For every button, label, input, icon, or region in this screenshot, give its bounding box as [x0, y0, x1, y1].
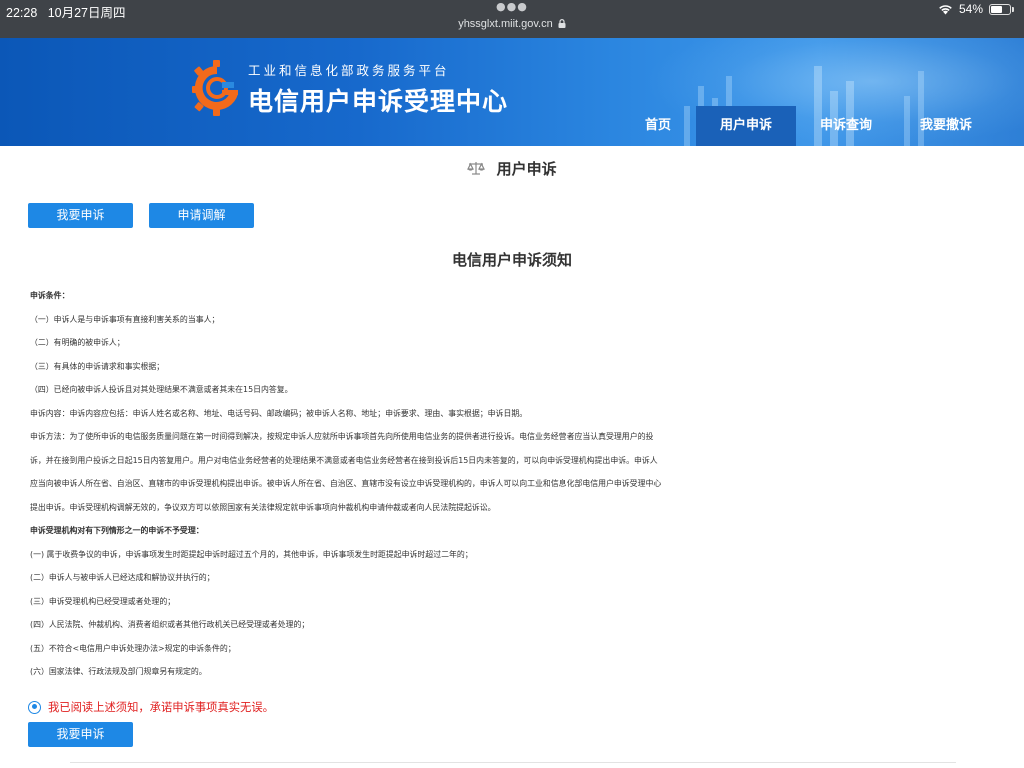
reject-item: (三）申诉受理机构已经受理或者处理的；	[30, 596, 176, 606]
battery-percent: 54%	[958, 2, 983, 16]
method-line: 诉，并在接到用户投诉之日起15日内答复用户。用户对电信业务经营者的处理结果不满意…	[30, 455, 658, 465]
condition-item: （三）有具体的申诉请求和事实根据；	[30, 361, 165, 371]
status-indicators: 54%	[938, 2, 1014, 16]
apply-mediation-button[interactable]: 申请调解	[149, 203, 254, 228]
address-bar[interactable]: yhssglxt.miit.gov.cn	[0, 18, 1024, 30]
method-line: 应当向被申诉人所在省、自治区、直辖市的申诉受理机构提出申诉。被申诉人所在省、自治…	[30, 479, 662, 488]
wifi-icon	[939, 4, 952, 14]
page-title-text: 用户申诉	[496, 160, 557, 178]
notice-title: 电信用户申诉须知	[451, 251, 572, 269]
reject-heading: 申诉受理机构对有下列情形之一的申诉不予受理：	[30, 526, 204, 535]
status-bar: 22:28 10月27日周四 ●●● yhssglxt.miit.gov.cn …	[0, 0, 1024, 38]
lock-icon	[558, 19, 566, 28]
method-line: 提出申诉。申诉受理机构调解无效的，争议双方可以依照国家有关法律规定就申诉事项向仲…	[30, 502, 496, 512]
page-title: 用户申诉	[0, 158, 1024, 179]
method-line: 申诉方法：为了使所申诉的电信服务质量问题在第一时间得到解决，按规定申诉人应就所申…	[30, 432, 654, 441]
url-text: yhssglxt.miit.gov.cn	[458, 18, 553, 30]
site-header: 工业和信息化部政务服务平台 电信用户申诉受理中心 首页 用户申诉 申诉查询 我要…	[0, 38, 1024, 146]
notice-content: 申诉条件： （一）申诉人是与申诉事项有直接利害关系的当事人； （二）有明确的被申…	[30, 284, 1000, 684]
content-requirements: 申诉内容：申诉内容应包括：申诉人姓名或名称、地址、电话号码、邮政编码；被申诉人名…	[30, 408, 528, 418]
complain-button-top[interactable]: 我要申诉	[28, 203, 133, 228]
condition-item: （四）已经向被申诉人投诉且对其处理结果不满意或者其未在15日内答复。	[30, 385, 293, 394]
more-dots-icon[interactable]: ●●●	[496, 0, 528, 13]
reject-item: (五）不符合<电信用户申诉处理办法>规定的申诉条件的；	[30, 643, 236, 653]
site-title: 电信用户申诉受理中心	[248, 87, 509, 116]
agree-checkbox[interactable]: 我已阅读上述须知，承诺申诉事项真实无误。	[28, 698, 274, 716]
site-subtitle: 工业和信息化部政务服务平台	[248, 63, 450, 78]
reject-item: (六）国家法律、行政法规及部门规章另有规定的。	[30, 667, 207, 676]
divider	[70, 762, 956, 763]
condition-item: （一）申诉人是与申诉事项有直接利害关系的当事人；	[30, 314, 220, 324]
conditions-heading: 申诉条件：	[30, 291, 70, 300]
condition-item: （二）有明确的被申诉人；	[30, 338, 125, 347]
complain-button-bottom[interactable]: 我要申诉	[28, 722, 133, 747]
battery-icon	[989, 3, 1011, 15]
scale-icon	[467, 162, 486, 175]
radio-checked-icon[interactable]	[28, 700, 41, 714]
nav-user-complaint[interactable]: 用户申诉	[696, 106, 796, 146]
reject-item: (一) 属于收费争议的申诉，申诉事项发生时距提起申诉时超过五个月的，其他申诉，申…	[30, 549, 473, 559]
site-logo[interactable]	[192, 60, 242, 116]
agree-text: 我已阅读上述须知，承诺申诉事项真实无误。	[48, 701, 274, 714]
nav-withdraw[interactable]: 我要撤诉	[896, 106, 996, 146]
nav-home[interactable]: 首页	[608, 106, 708, 146]
reject-item: (二）申诉人与被申诉人已经达成和解协议并执行的；	[30, 573, 215, 582]
reject-item: (四）人民法院、仲裁机构、消费者组织或者其他行政机关已经受理或者处理的；	[30, 620, 310, 629]
nav-complaint-query[interactable]: 申诉查询	[796, 106, 896, 146]
